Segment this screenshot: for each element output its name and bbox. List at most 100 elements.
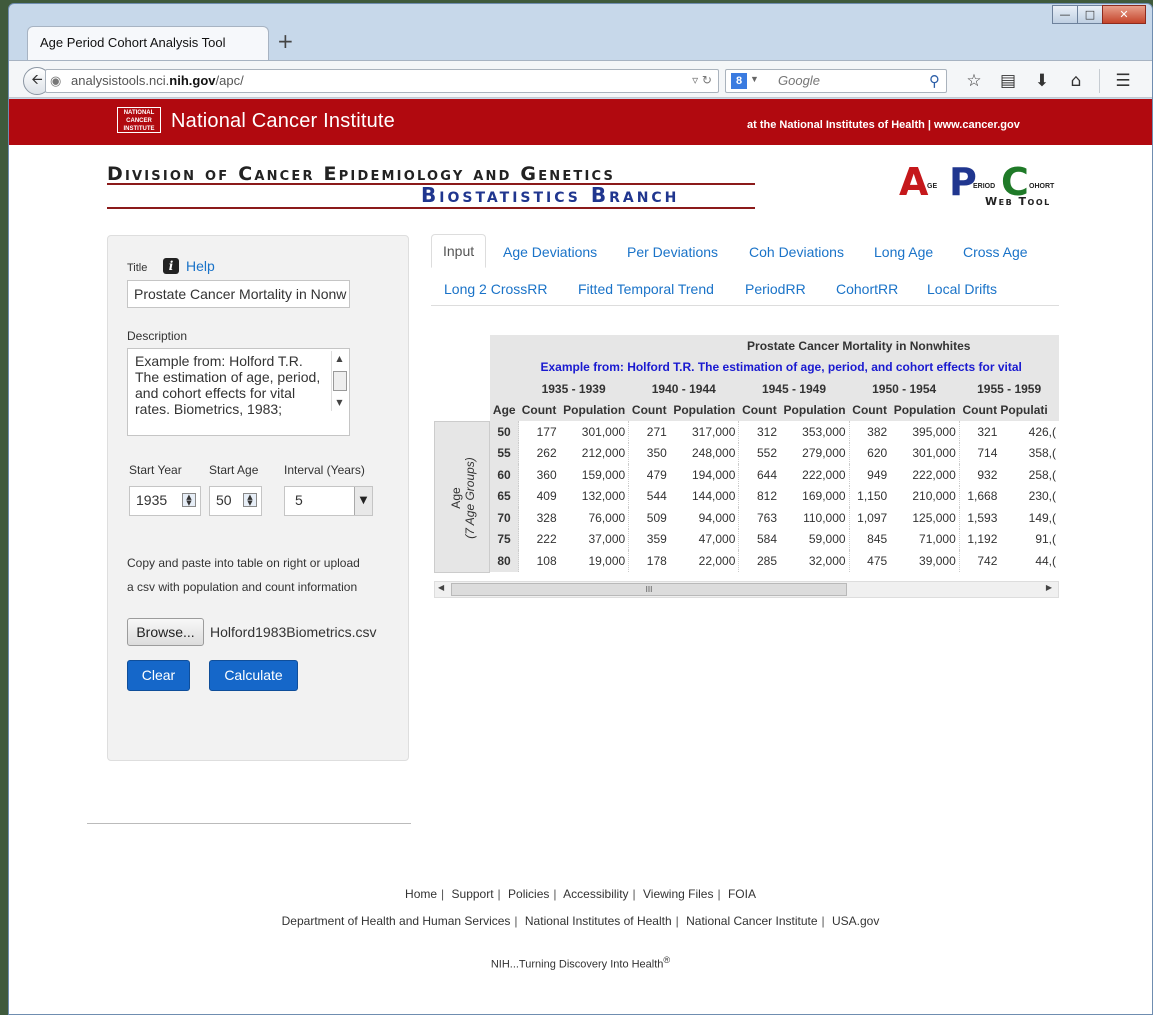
reload-icon[interactable]: ▿ ↻ (692, 73, 712, 87)
population-cell[interactable]: 91,( (1000, 529, 1059, 551)
population-cell[interactable]: 71,000 (890, 529, 959, 551)
clear-button[interactable]: Clear (127, 660, 190, 691)
count-cell[interactable]: 620 (848, 442, 891, 464)
population-cell[interactable]: 47,000 (670, 529, 739, 551)
footer-link-home[interactable]: Home (405, 887, 437, 901)
count-cell[interactable]: 360 (517, 464, 560, 486)
count-cell[interactable]: 479 (628, 464, 670, 486)
footer-link-viewing-files[interactable]: Viewing Files (643, 887, 713, 901)
count-cell[interactable]: 285 (738, 550, 780, 572)
chevron-down-icon[interactable]: ▼ (354, 487, 372, 515)
count-cell[interactable]: 262 (517, 442, 560, 464)
table-horizontal-scrollbar[interactable]: ◀ III ▶ (434, 581, 1059, 598)
population-cell[interactable]: 210,000 (890, 486, 959, 508)
count-cell[interactable]: 932 (958, 464, 1001, 486)
population-cell[interactable]: 125,000 (890, 507, 959, 529)
tab-fitted-temporal-trend[interactable]: Fitted Temporal Trend (578, 281, 714, 297)
count-cell[interactable]: 178 (628, 550, 670, 572)
population-cell[interactable]: 194,000 (670, 464, 739, 486)
tab-per-deviations[interactable]: Per Deviations (627, 244, 718, 260)
population-cell[interactable]: 353,000 (780, 421, 849, 443)
population-cell[interactable]: 230,( (1000, 486, 1059, 508)
population-cell[interactable]: 258,( (1000, 464, 1059, 486)
count-cell[interactable]: 845 (848, 528, 891, 550)
count-cell[interactable]: 177 (517, 421, 560, 443)
tab-age-deviations[interactable]: Age Deviations (503, 244, 597, 260)
count-cell[interactable]: 584 (738, 528, 780, 550)
population-cell[interactable]: 44,( (1000, 550, 1059, 572)
population-cell[interactable]: 169,000 (780, 486, 849, 508)
footer-link-policies[interactable]: Policies (508, 887, 549, 901)
count-cell[interactable]: 1,097 (848, 507, 891, 529)
count-cell[interactable]: 328 (517, 507, 560, 529)
count-cell[interactable]: 763 (738, 507, 780, 529)
help-link[interactable]: Help (186, 258, 215, 274)
google-engine-icon[interactable]: 8 (731, 73, 747, 89)
footer-link-nih[interactable]: National Institutes of Health (525, 914, 672, 928)
calculate-button[interactable]: Calculate (209, 660, 298, 691)
population-cell[interactable]: 317,000 (670, 421, 739, 443)
maximize-icon[interactable]: □ (1077, 5, 1103, 24)
nci-name[interactable]: National Cancer Institute (171, 110, 395, 133)
population-cell[interactable]: 19,000 (560, 550, 629, 572)
tab-cohortrr[interactable]: CohortRR (836, 281, 898, 297)
population-cell[interactable]: 32,000 (780, 550, 849, 572)
count-cell[interactable]: 409 (517, 485, 560, 507)
search-icon[interactable]: ⚲ (929, 72, 940, 90)
scroll-left-icon[interactable]: ◀ (438, 583, 444, 592)
title-input[interactable]: Prostate Cancer Mortality in Nonw (127, 280, 350, 308)
count-cell[interactable]: 644 (738, 464, 780, 486)
nci-banner-right[interactable]: at the National Institutes of Health | w… (747, 119, 1020, 131)
scroll-thumb[interactable]: III (451, 583, 847, 596)
footer-link-hhs[interactable]: Department of Health and Human Services (282, 914, 511, 928)
textarea-scrollbar[interactable]: ▲ ▼ (331, 351, 347, 411)
count-cell[interactable]: 222 (517, 528, 560, 550)
nci-logo[interactable]: NATIONAL CANCER INSTITUTE (117, 107, 161, 133)
population-cell[interactable]: 301,000 (890, 443, 959, 465)
count-cell[interactable]: 509 (628, 507, 670, 529)
data-table[interactable]: Prostate Cancer Mortality in Nonwhites E… (490, 335, 1059, 572)
population-cell[interactable]: 110,000 (780, 507, 849, 529)
population-cell[interactable]: 426,( (1000, 421, 1059, 443)
info-icon[interactable]: i (163, 258, 179, 274)
count-cell[interactable]: 312 (738, 421, 780, 443)
population-cell[interactable]: 358,( (1000, 443, 1059, 465)
count-cell[interactable]: 321 (958, 421, 1001, 443)
menu-icon[interactable]: ☰ (1108, 69, 1138, 93)
count-cell[interactable]: 271 (628, 421, 670, 443)
count-cell[interactable]: 949 (848, 464, 891, 486)
count-cell[interactable]: 1,668 (958, 485, 1001, 507)
count-cell[interactable]: 812 (738, 485, 780, 507)
population-cell[interactable]: 159,000 (560, 464, 629, 486)
engine-dropdown-icon[interactable]: ▼ (750, 74, 759, 84)
count-cell[interactable]: 552 (738, 442, 780, 464)
population-cell[interactable]: 222,000 (890, 464, 959, 486)
home-icon[interactable]: ⌂ (1061, 69, 1091, 93)
population-cell[interactable]: 149,( (1000, 507, 1059, 529)
count-cell[interactable]: 1,150 (848, 485, 891, 507)
population-cell[interactable]: 94,000 (670, 507, 739, 529)
count-cell[interactable]: 359 (628, 528, 670, 550)
population-cell[interactable]: 248,000 (670, 443, 739, 465)
start-age-input[interactable]: 50 ▲ ▼ (209, 486, 262, 516)
population-cell[interactable]: 39,000 (890, 550, 959, 572)
population-cell[interactable]: 59,000 (780, 529, 849, 551)
footer-link-support[interactable]: Support (452, 887, 494, 901)
tab-long-age[interactable]: Long Age (874, 244, 933, 260)
browse-button[interactable]: Browse... (127, 618, 204, 646)
count-cell[interactable]: 350 (628, 442, 670, 464)
population-cell[interactable]: 395,000 (890, 421, 959, 443)
start-year-input[interactable]: 1935 ▲ ▼ (129, 486, 201, 516)
tab-coh-deviations[interactable]: Coh Deviations (749, 244, 844, 260)
search-bar[interactable]: 8 ▼ Google ⚲ (725, 69, 947, 93)
count-cell[interactable]: 108 (517, 550, 560, 572)
footer-link-foia[interactable]: FOIA (728, 887, 756, 901)
count-cell[interactable]: 742 (958, 550, 1001, 572)
footer-link-nci[interactable]: National Cancer Institute (686, 914, 817, 928)
tab-long-2-crossrr[interactable]: Long 2 CrossRR (444, 281, 548, 297)
tab-local-drifts[interactable]: Local Drifts (927, 281, 997, 297)
close-icon[interactable]: ✕ (1102, 5, 1146, 24)
new-tab-button[interactable]: + (277, 29, 294, 53)
scroll-right-icon[interactable]: ▶ (1046, 583, 1052, 592)
download-icon[interactable]: ⬇ (1027, 69, 1057, 93)
